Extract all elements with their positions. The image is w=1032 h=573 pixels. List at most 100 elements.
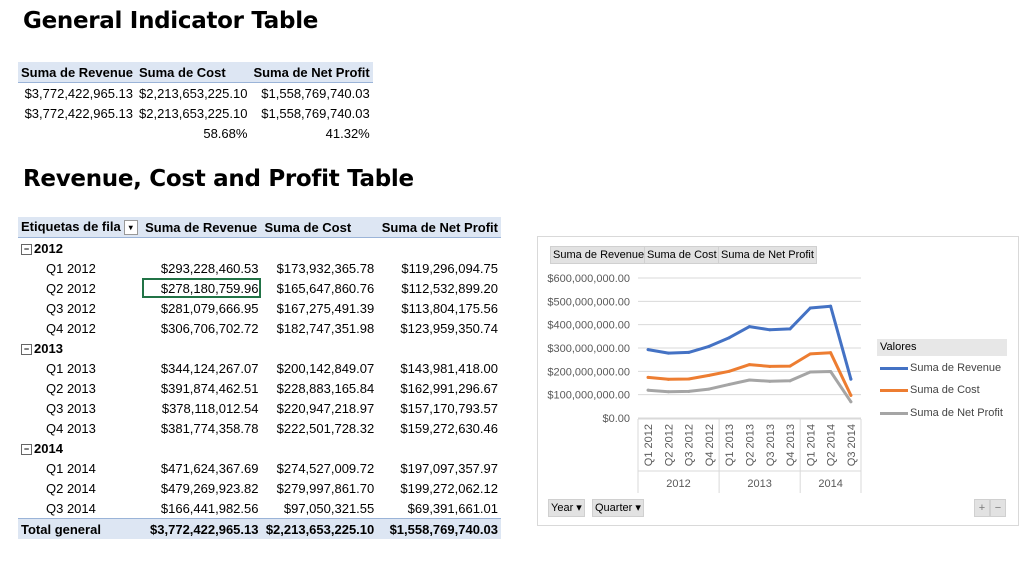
value-cell[interactable]: $391,874,462.51 (142, 378, 261, 398)
data-point[interactable] (646, 348, 650, 352)
value-cell[interactable]: $123,959,350.74 (377, 318, 501, 338)
collapse-icon[interactable]: − (21, 343, 32, 355)
data-point[interactable] (788, 364, 792, 368)
data-point[interactable] (748, 378, 751, 382)
data-point[interactable] (687, 377, 691, 381)
pivot-chart[interactable]: $0.00 $100,000,000.00 $200,000,000.00 $300,… (537, 236, 1019, 526)
total-value[interactable]: $2,213,653,225.10 (261, 518, 378, 539)
value-cell[interactable]: $69,391,661.01 (377, 498, 501, 519)
data-point[interactable] (646, 375, 650, 379)
value-cell[interactable]: $220,947,218.97 (261, 398, 377, 418)
data-point[interactable] (808, 306, 812, 310)
header-row-labels[interactable]: Etiquetas de fila ▾ (18, 217, 143, 238)
data-point[interactable] (748, 325, 751, 329)
value-cell[interactable]: $222,501,728.32 (261, 418, 377, 438)
value-cell[interactable]: $162,991,296.67 (377, 378, 501, 398)
legend-item-revenue[interactable]: Suma de Revenue (880, 362, 1001, 374)
value-cell[interactable]: $97,050,321.55 (261, 498, 377, 519)
data-point[interactable] (849, 393, 853, 397)
value-cell[interactable]: $293,228,460.53 (142, 258, 261, 278)
value-cell[interactable]: $143,981,418.00 (377, 358, 501, 378)
collapse-icon[interactable]: − (21, 443, 32, 455)
value-cell[interactable]: $197,097,357.97 (377, 458, 501, 478)
cell[interactable]: $3,772,422,965.13 (18, 103, 136, 123)
header-cost[interactable]: Suma de Cost (136, 62, 251, 83)
value-cell[interactable]: $112,532,899.20 (377, 278, 501, 298)
value-cell[interactable]: $228,883,165.84 (261, 378, 377, 398)
series-line-suma-de-cost[interactable] (646, 351, 853, 397)
quarter-label[interactable]: Q1 2012 (18, 258, 142, 278)
cell[interactable]: $1,558,769,740.03 (250, 83, 372, 104)
value-cell[interactable]: $199,272,062.12 (377, 478, 501, 498)
header-revenue[interactable]: Suma de Revenue (142, 217, 262, 238)
quarter-label[interactable]: Q1 2013 (18, 358, 142, 378)
data-point[interactable] (768, 379, 772, 383)
cell[interactable]: $2,213,653,225.10 (136, 83, 250, 104)
value-cell[interactable]: $119,296,094.75 (377, 258, 501, 278)
value-cell[interactable]: $113,804,175.56 (377, 298, 501, 318)
series-line-suma-de-net-profit[interactable] (646, 370, 853, 404)
data-point[interactable] (788, 379, 792, 383)
collapse-icon[interactable]: − (21, 243, 32, 255)
data-point[interactable] (849, 400, 853, 404)
value-cell[interactable]: $479,269,923.82 (142, 478, 261, 498)
legend-item-cost[interactable]: Suma de Cost (880, 384, 980, 396)
value-cell[interactable]: $471,624,367.69 (142, 458, 261, 478)
field-button-net-profit[interactable]: Suma de Net Profit (718, 246, 817, 264)
year-label[interactable]: −2013 (18, 338, 501, 358)
quarter-label[interactable]: Q2 2013 (18, 378, 142, 398)
value-cell[interactable]: $166,441,982.56 (142, 498, 261, 519)
quarter-label[interactable]: Q2 2014 (18, 478, 142, 498)
filter-dropdown-icon[interactable]: ▾ (123, 220, 138, 236)
value-cell[interactable]: $281,079,666.95 (142, 298, 261, 318)
year-label[interactable]: −2014 (18, 438, 501, 458)
data-point[interactable] (768, 328, 772, 332)
data-point[interactable] (666, 377, 670, 381)
data-point[interactable] (707, 344, 711, 348)
field-button-cost[interactable]: Suma de Cost (644, 246, 720, 264)
value-cell[interactable]: $167,275,491.39 (261, 298, 377, 318)
legend-title[interactable]: Valores (877, 339, 1007, 356)
quarter-label[interactable]: Q4 2013 (18, 418, 142, 438)
data-point[interactable] (727, 382, 731, 386)
data-point[interactable] (849, 377, 853, 381)
value-cell[interactable]: $274,527,009.72 (261, 458, 377, 478)
data-point[interactable] (808, 352, 812, 356)
quarter-label[interactable]: Q3 2013 (18, 398, 142, 418)
data-point[interactable] (768, 364, 772, 368)
legend-item-net-profit[interactable]: Suma de Net Profit (880, 407, 1003, 419)
value-cell[interactable]: $279,997,861.70 (261, 478, 377, 498)
cell[interactable]: $2,213,653,225.10 (136, 103, 250, 123)
year-row[interactable]: −2012 (18, 238, 501, 259)
data-point[interactable] (829, 351, 833, 355)
value-cell[interactable]: $159,272,630.46 (377, 418, 501, 438)
value-cell[interactable]: $306,706,702.72 (142, 318, 261, 338)
data-point[interactable] (727, 336, 731, 340)
axis-button-quarter[interactable]: Quarter ▾ (592, 499, 644, 517)
total-value[interactable]: $3,772,422,965.13 (142, 518, 262, 539)
header-net-profit[interactable]: Suma de Net Profit (377, 217, 501, 238)
header-net-profit[interactable]: Suma de Net Profit (250, 62, 373, 83)
quarter-label[interactable]: Q4 2012 (18, 318, 142, 338)
value-cell[interactable]: $344,124,267.07 (142, 358, 261, 378)
data-point[interactable] (788, 327, 792, 331)
data-point[interactable] (687, 389, 691, 393)
data-point[interactable] (829, 304, 833, 308)
data-point[interactable] (808, 370, 812, 374)
year-label[interactable]: −2012 (18, 238, 501, 259)
series-line-suma-de-revenue[interactable] (646, 304, 853, 381)
value-cell[interactable]: $157,170,793.57 (377, 398, 501, 418)
cell[interactable] (18, 123, 136, 143)
field-button-revenue[interactable]: Suma de Revenue (550, 246, 648, 264)
value-cell[interactable]: $278,180,759.96 (142, 278, 262, 298)
value-cell[interactable]: $182,747,351.98 (261, 318, 377, 338)
value-cell[interactable]: $165,647,860.76 (261, 278, 377, 298)
quarter-label[interactable]: Q1 2014 (18, 458, 142, 478)
data-point[interactable] (707, 387, 711, 391)
value-cell[interactable]: $200,142,849.07 (261, 358, 377, 378)
cell[interactable]: $1,558,769,740.03 (250, 103, 372, 123)
data-point[interactable] (646, 388, 650, 392)
data-point[interactable] (829, 370, 833, 374)
header-revenue[interactable]: Suma de Revenue (18, 62, 136, 83)
data-point[interactable] (748, 363, 751, 367)
